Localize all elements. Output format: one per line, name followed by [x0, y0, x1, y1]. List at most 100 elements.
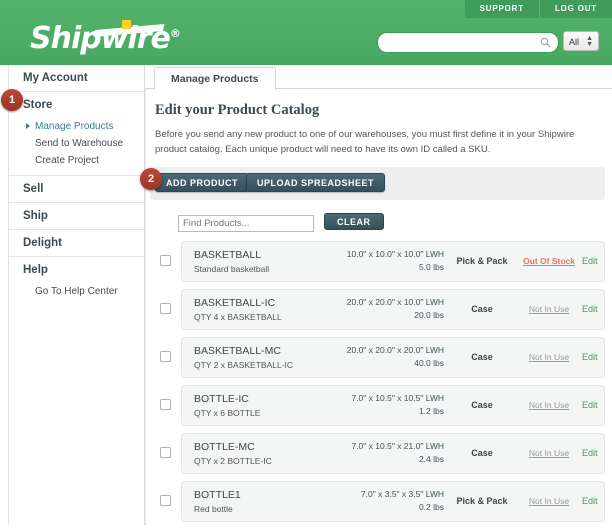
global-search[interactable]: [377, 32, 559, 53]
product-fulfillment-type: Pick & Pack: [450, 496, 514, 506]
product-select-checkbox[interactable]: [160, 399, 171, 410]
product-select-checkbox[interactable]: [160, 255, 171, 266]
product-description: QTY 2 x BASKETBALL-IC: [194, 360, 293, 370]
sidebar-group-ship: Ship: [9, 203, 144, 230]
product-description: Red bottle: [194, 504, 233, 514]
page-title: Edit your Product Catalog: [155, 102, 319, 119]
find-products-input[interactable]: [178, 215, 314, 232]
product-filter-row: CLEAR: [178, 213, 314, 232]
sidebar: My Account Store Manage Products Send to…: [9, 65, 145, 525]
sidebar-item-ship[interactable]: Ship: [9, 203, 144, 229]
app-page: SUPPORT LOG OUT Shipwire® All ▲▼ My Acco…: [0, 0, 612, 525]
product-sku: BASKETBALL-MC: [194, 345, 281, 357]
product-sku: BOTTLE-IC: [194, 393, 249, 405]
logo-trademark: ®: [170, 27, 180, 40]
product-weight: 20.0 lbs: [302, 310, 444, 320]
tab-manage-products[interactable]: Manage Products: [154, 67, 276, 90]
table-row: BASKETBALL-MCQTY 2 x BASKETBALL-IC20.0" …: [155, 337, 605, 378]
sidebar-item-sell[interactable]: Sell: [9, 176, 144, 202]
product-select-checkbox[interactable]: [160, 447, 171, 458]
sidebar-sublist-help: Go To Help Center: [9, 283, 144, 306]
product-list: BASKETBALL Standard basketball 10.0" x 10.…: [155, 241, 605, 529]
product-row-body[interactable]: BASKETBALL Standard basketball 10.0" x 10.…: [181, 241, 605, 282]
product-sku: BASKETBALL-IC: [194, 297, 275, 309]
product-select-checkbox[interactable]: [160, 351, 171, 362]
product-dimensions: 7.0" x 3.5" x 3.5" LWH: [302, 489, 444, 499]
product-row-body[interactable]: BOTTLE1Red bottle7.0" x 3.5" x 3.5" LWH0…: [181, 481, 605, 522]
caret-right-icon: [26, 123, 30, 129]
sidebar-item-go-to-help-center[interactable]: Go To Help Center: [9, 283, 144, 300]
product-weight: 2.4 lbs: [302, 454, 444, 464]
product-fulfillment-type: Case: [450, 400, 514, 410]
site-header: SUPPORT LOG OUT Shipwire® All ▲▼: [0, 0, 612, 67]
product-sku: BASKETBALL: [194, 249, 261, 261]
product-edit-link[interactable]: Edit: [582, 496, 606, 506]
search-icon[interactable]: [540, 37, 551, 48]
content-panel: Edit your Product Catalog Before you sen…: [145, 89, 612, 525]
intro-text: Before you send any new product to one o…: [155, 127, 595, 157]
sidebar-item-store[interactable]: Store: [9, 92, 144, 118]
tab-bar: Manage Products: [145, 65, 612, 89]
sidebar-item-create-project[interactable]: Create Project: [9, 152, 144, 169]
upload-spreadsheet-button[interactable]: UPLOAD SPREADSHEET: [246, 173, 385, 192]
product-status-link[interactable]: Not In Use: [516, 448, 582, 458]
sidebar-group-delight: Delight: [9, 230, 144, 257]
sidebar-item-delight[interactable]: Delight: [9, 230, 144, 256]
product-weight: 1.2 lbs: [302, 406, 444, 416]
main-content: Manage Products Edit your Product Catalo…: [145, 65, 612, 525]
search-scope-select[interactable]: All ▲▼: [563, 31, 599, 51]
intro-line-2: Each unique product will need to have it…: [225, 144, 490, 155]
sidebar-sublist-store: Manage Products Send to Warehouse Create…: [9, 118, 144, 175]
product-status-link[interactable]: Not In Use: [516, 496, 582, 506]
product-status-link[interactable]: Not In Use: [516, 304, 582, 314]
table-row: BOTTLE-MC QTY x 2 BOTTLE-IC 7.0" x 10.5" x…: [155, 433, 605, 474]
product-edit-link[interactable]: Edit: [582, 400, 606, 410]
clear-button[interactable]: CLEAR: [324, 213, 384, 230]
product-fulfillment-type: Case: [450, 304, 514, 314]
logo-accent-square: [122, 20, 131, 29]
product-edit-link[interactable]: Edit: [582, 448, 606, 458]
sidebar-item-send-to-warehouse[interactable]: Send to Warehouse: [9, 135, 144, 152]
sidebar-group-store: Store Manage Products Send to Warehouse …: [9, 92, 144, 176]
product-description: QTY 4 x BASKETBALL: [194, 312, 282, 322]
table-row: BASKETBALL-IC QTY 4 x BASKETBALL 20.0" x 2…: [155, 289, 605, 330]
product-description: Standard basketball: [194, 264, 269, 274]
sidebar-item-manage-products[interactable]: Manage Products: [9, 118, 144, 135]
product-dimensions: 10.0" x 10.0" x 10.0" LWH: [302, 249, 444, 259]
product-sku: BOTTLE1: [194, 489, 241, 501]
product-sku: BOTTLE-MC: [194, 441, 255, 453]
product-fulfillment-type: Pick & Pack: [450, 256, 514, 266]
table-row: BOTTLE-ICQTY x 6 BOTTLE7.0" x 10.5" x 10…: [155, 385, 605, 426]
chevron-updown-icon: ▲▼: [586, 36, 593, 48]
product-description: QTY x 2 BOTTLE-IC: [194, 456, 272, 466]
utility-nav: SUPPORT LOG OUT: [465, 0, 612, 18]
product-select-checkbox[interactable]: [160, 303, 171, 314]
product-dimensions: 7.0" x 10.5" x 10.5" LWH: [302, 393, 444, 403]
sidebar-item-my-account[interactable]: My Account: [9, 65, 144, 91]
sidebar-item-label: Manage Products: [35, 121, 113, 132]
product-row-body[interactable]: BASKETBALL-IC QTY 4 x BASKETBALL 20.0" x 2…: [181, 289, 605, 330]
product-dimensions: 20.0" x 20.0" x 10.0" LWH: [302, 297, 444, 307]
logout-link[interactable]: LOG OUT: [539, 0, 612, 18]
product-row-body[interactable]: BOTTLE-MC QTY x 2 BOTTLE-IC 7.0" x 10.5" x…: [181, 433, 605, 474]
product-status-link[interactable]: Not In Use: [516, 400, 582, 410]
product-status-link[interactable]: Out Of Stock: [516, 256, 582, 266]
annotation-marker-2: 2: [140, 168, 162, 190]
product-fulfillment-type: Case: [450, 448, 514, 458]
product-edit-link[interactable]: Edit: [582, 256, 606, 266]
product-status-link[interactable]: Not In Use: [516, 352, 582, 362]
global-search-input[interactable]: [387, 33, 536, 54]
product-edit-link[interactable]: Edit: [582, 352, 606, 362]
product-weight: 5.0 lbs: [302, 262, 444, 272]
table-row: BOTTLE1Red bottle7.0" x 3.5" x 3.5" LWH0…: [155, 481, 605, 522]
sidebar-item-help[interactable]: Help: [9, 257, 144, 283]
product-edit-link[interactable]: Edit: [582, 304, 606, 314]
product-select-checkbox[interactable]: [160, 495, 171, 506]
product-dimensions: 7.0" x 10.5" x 21.0" LWH: [302, 441, 444, 451]
support-link[interactable]: SUPPORT: [465, 0, 539, 18]
product-row-body[interactable]: BOTTLE-ICQTY x 6 BOTTLE7.0" x 10.5" x 10…: [181, 385, 605, 426]
product-row-body[interactable]: BASKETBALL-MCQTY 2 x BASKETBALL-IC20.0" …: [181, 337, 605, 378]
add-product-button[interactable]: ADD PRODUCT: [155, 173, 249, 192]
search-scope-value: All: [569, 37, 579, 47]
sidebar-group-sell: Sell: [9, 176, 144, 203]
